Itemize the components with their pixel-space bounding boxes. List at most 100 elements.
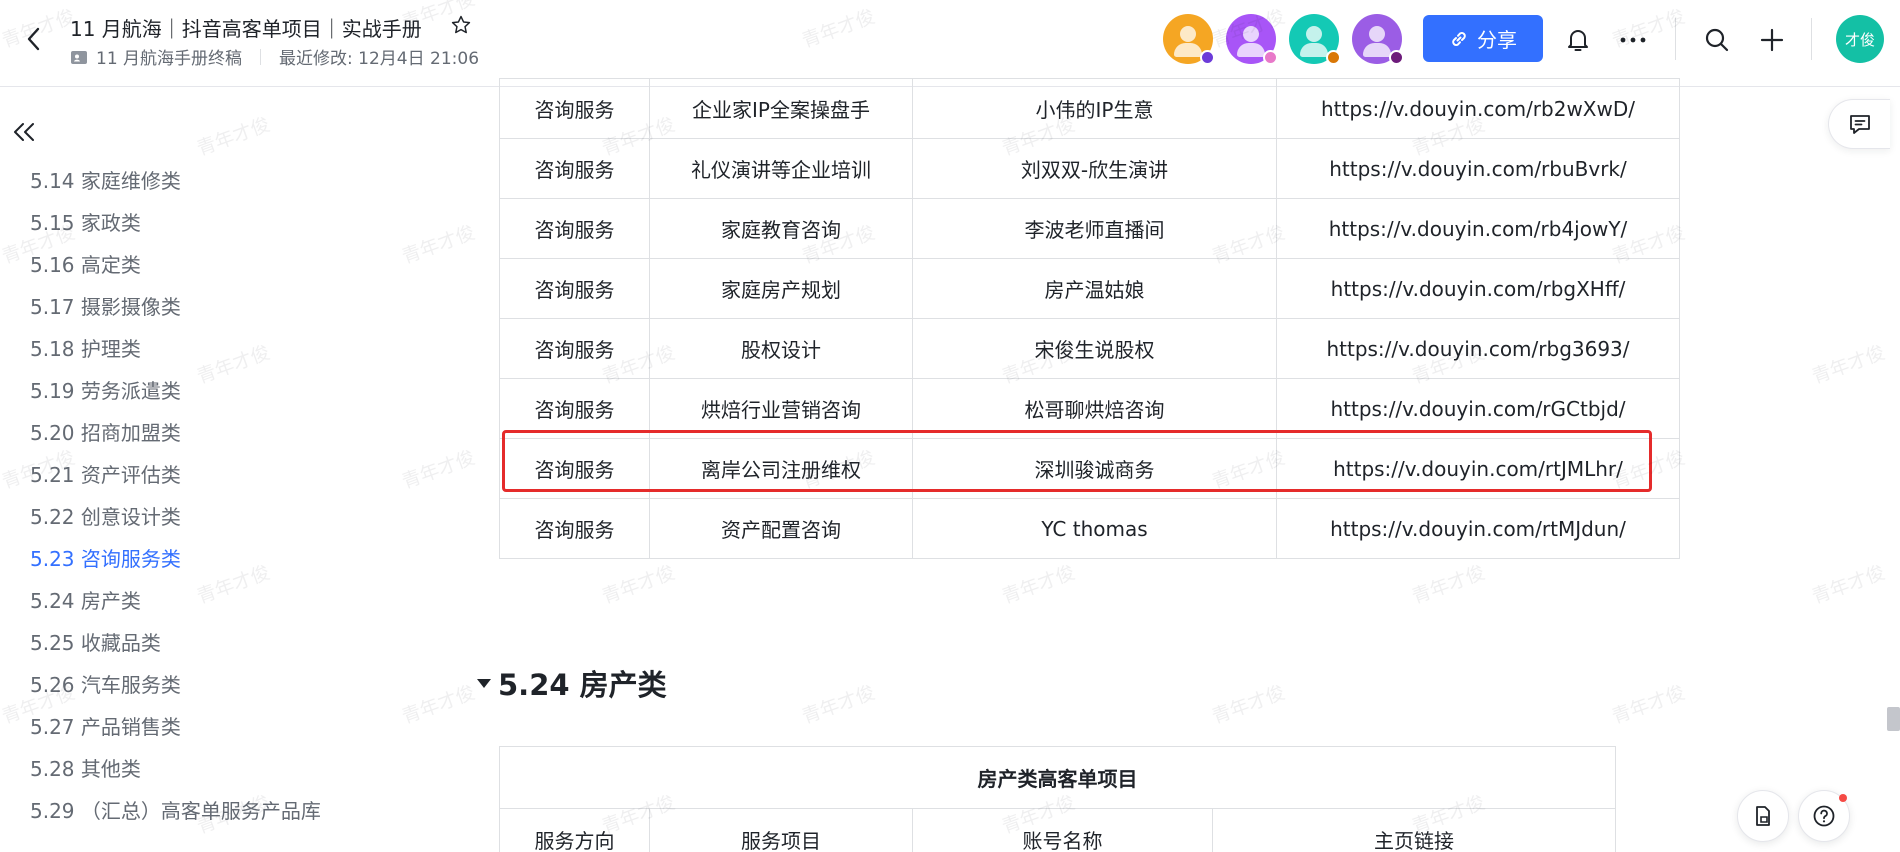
toc-item[interactable]: 5.27 产品销售类 [30, 706, 321, 748]
help-icon [1813, 805, 1835, 827]
collaborator-avatars [1163, 14, 1415, 65]
homepage-link[interactable]: https://v.douyin.com/rtMJdun/ [1276, 498, 1680, 559]
avatar-head [1306, 26, 1322, 42]
last-modified: 最近修改: 12月4日 21:06 [279, 49, 480, 69]
collaborator-avatar[interactable] [1289, 14, 1341, 65]
notification-dot [1839, 794, 1847, 802]
doc-meta: 11 月航海手册终稿 最近修改: 12月4日 21:06 [70, 44, 479, 69]
help-button[interactable] [1798, 790, 1850, 842]
account-name-cell: 深圳骏诚商务 [912, 438, 1277, 499]
homepage-link[interactable]: https://v.douyin.com/rb4jowY/ [1276, 198, 1680, 259]
account-name-cell: 房产温姑娘 [912, 258, 1277, 319]
homepage-link[interactable]: https://v.douyin.com/rbgXHff/ [1276, 258, 1680, 319]
homepage-link[interactable]: https://v.douyin.com/rb2wXwD/ [1276, 78, 1680, 139]
account-name-cell: 宋俊生说股权 [912, 318, 1277, 379]
toc-item[interactable]: 5.14 家庭维修类 [30, 160, 321, 202]
toc-item[interactable]: 5.16 高定类 [30, 244, 321, 286]
account-name-cell: 李波老师直播间 [912, 198, 1277, 259]
user-avatar[interactable]: 才俊 [1836, 15, 1884, 63]
more-horizontal-icon [1620, 37, 1646, 43]
collaborator-avatar[interactable] [1226, 14, 1278, 65]
table-row: 咨询服务 离岸公司注册维权 深圳骏诚商务 https://v.douyin.com/r… [499, 438, 1680, 499]
table-row: 咨询服务 家庭教育咨询 李波老师直播间 https://v.douyin.com/rb… [499, 198, 1680, 259]
toc-item[interactable]: 5.29 （汇总）高客单服务产品库 [30, 790, 321, 832]
presence-dot [1326, 50, 1341, 65]
watermark-text: 青年才俊 [999, 561, 1078, 609]
search-button[interactable] [1702, 25, 1732, 55]
toc-item[interactable]: 5.23 咨询服务类 [30, 538, 321, 580]
service-direction-cell: 咨询服务 [499, 258, 650, 319]
toc-item[interactable]: 5.26 汽车服务类 [30, 664, 321, 706]
column-header: 服务方向 [499, 808, 650, 852]
toc-item[interactable]: 5.19 劳务派遣类 [30, 370, 321, 412]
watermark-text: 青年才俊 [1609, 681, 1688, 729]
more-button[interactable] [1618, 25, 1648, 55]
toc-item[interactable]: 5.17 摄影摄像类 [30, 286, 321, 328]
outline-button[interactable] [1737, 790, 1789, 842]
avatar-body [1300, 43, 1328, 57]
watermark-text: 青年才俊 [799, 681, 878, 729]
search-icon [1705, 28, 1729, 52]
toc-item[interactable]: 5.24 房产类 [30, 580, 321, 622]
watermark-text: 青年才俊 [1209, 681, 1288, 729]
homepage-link[interactable]: https://v.douyin.com/rbuBvrk/ [1276, 138, 1680, 199]
avatar-head [1243, 26, 1259, 42]
table-row: 咨询服务 资产配置咨询 YC thomas https://v.douyin.com/… [499, 498, 1680, 559]
comment-icon [1849, 115, 1870, 134]
service-item-cell: 企业家IP全案操盘手 [649, 78, 913, 139]
watermark-text: 青年才俊 [1809, 561, 1888, 609]
create-button[interactable] [1757, 25, 1787, 55]
service-item-cell: 资产配置咨询 [649, 498, 913, 559]
service-direction-cell: 咨询服务 [499, 318, 650, 379]
service-direction-cell: 咨询服务 [499, 438, 650, 499]
folder-name[interactable]: 11 月航海手册终稿 [96, 44, 242, 69]
toc-item[interactable]: 5.15 家政类 [30, 202, 321, 244]
back-button[interactable] [20, 24, 46, 54]
toc-item[interactable]: 5.25 收藏品类 [30, 622, 321, 664]
toc-item[interactable]: 5.21 资产评估类 [30, 454, 321, 496]
service-direction-cell: 咨询服务 [499, 78, 650, 139]
table-row: 咨询服务 家庭房产规划 房产温姑娘 https://v.douyin.com/rbgX… [499, 258, 1680, 319]
account-name-cell: 松哥聊烘焙咨询 [912, 378, 1277, 439]
collaborator-avatar[interactable] [1352, 14, 1404, 65]
table-row: 咨询服务 烘焙行业营销咨询 松哥聊烘焙咨询 https://v.douyin.com/… [499, 378, 1680, 439]
meta-divider [260, 48, 262, 65]
collapse-caret-icon[interactable] [477, 678, 491, 688]
table-caption: 房产类高客单项目 [499, 746, 1616, 809]
watermark-text: 青年才俊 [399, 221, 478, 269]
share-button[interactable]: 分享 [1423, 15, 1543, 62]
comments-button[interactable] [1828, 99, 1890, 149]
account-name-cell: 小伟的IP生意 [912, 78, 1277, 139]
toc-item[interactable]: 5.18 护理类 [30, 328, 321, 370]
notification-button[interactable] [1563, 25, 1593, 55]
avatar-body [1363, 43, 1391, 57]
service-direction-cell: 咨询服务 [499, 498, 650, 559]
toc-item[interactable]: 5.28 其他类 [30, 748, 321, 790]
table-row: 咨询服务 礼仪演讲等企业培训 刘双双-欣生演讲 https://v.douyin.co… [499, 138, 1680, 199]
scrollbar-thumb[interactable] [1887, 707, 1900, 731]
toc-item[interactable]: 5.22 创意设计类 [30, 496, 321, 538]
toc-item[interactable]: 5.20 招商加盟类 [30, 412, 321, 454]
avatar-body [1237, 43, 1265, 57]
homepage-link[interactable]: https://v.douyin.com/rGCtbjd/ [1276, 378, 1680, 439]
watermark-text: 青年才俊 [399, 681, 478, 729]
collaborator-avatar[interactable] [1163, 14, 1215, 65]
header-divider [1675, 18, 1676, 60]
column-header: 主页链接 [1212, 808, 1616, 852]
bell-icon [1568, 30, 1588, 51]
presence-dot [1389, 50, 1404, 65]
account-name-cell: 刘双双-欣生演讲 [912, 138, 1277, 199]
watermark-text: 青年才俊 [599, 561, 678, 609]
chevron-left-icon [27, 27, 40, 51]
table-row: 咨询服务 股权设计 宋俊生说股权 https://v.douyin.com/rbg36… [499, 318, 1680, 379]
service-item-cell: 家庭房产规划 [649, 258, 913, 319]
homepage-link[interactable]: https://v.douyin.com/rbg3693/ [1276, 318, 1680, 379]
section-heading: 5.24 房产类 [477, 662, 667, 704]
collapse-sidebar-icon[interactable] [10, 120, 38, 144]
service-item-cell: 股权设计 [649, 318, 913, 379]
consulting-services-table: 咨询服务 企业家IP全案操盘手 小伟的IP生意 https://v.douyin.co… [499, 78, 1680, 559]
homepage-link[interactable]: https://v.douyin.com/rtJMLhr/ [1276, 438, 1680, 499]
avatar-body [1174, 43, 1202, 57]
star-icon[interactable] [450, 14, 472, 36]
account-name-cell: YC thomas [912, 498, 1277, 559]
